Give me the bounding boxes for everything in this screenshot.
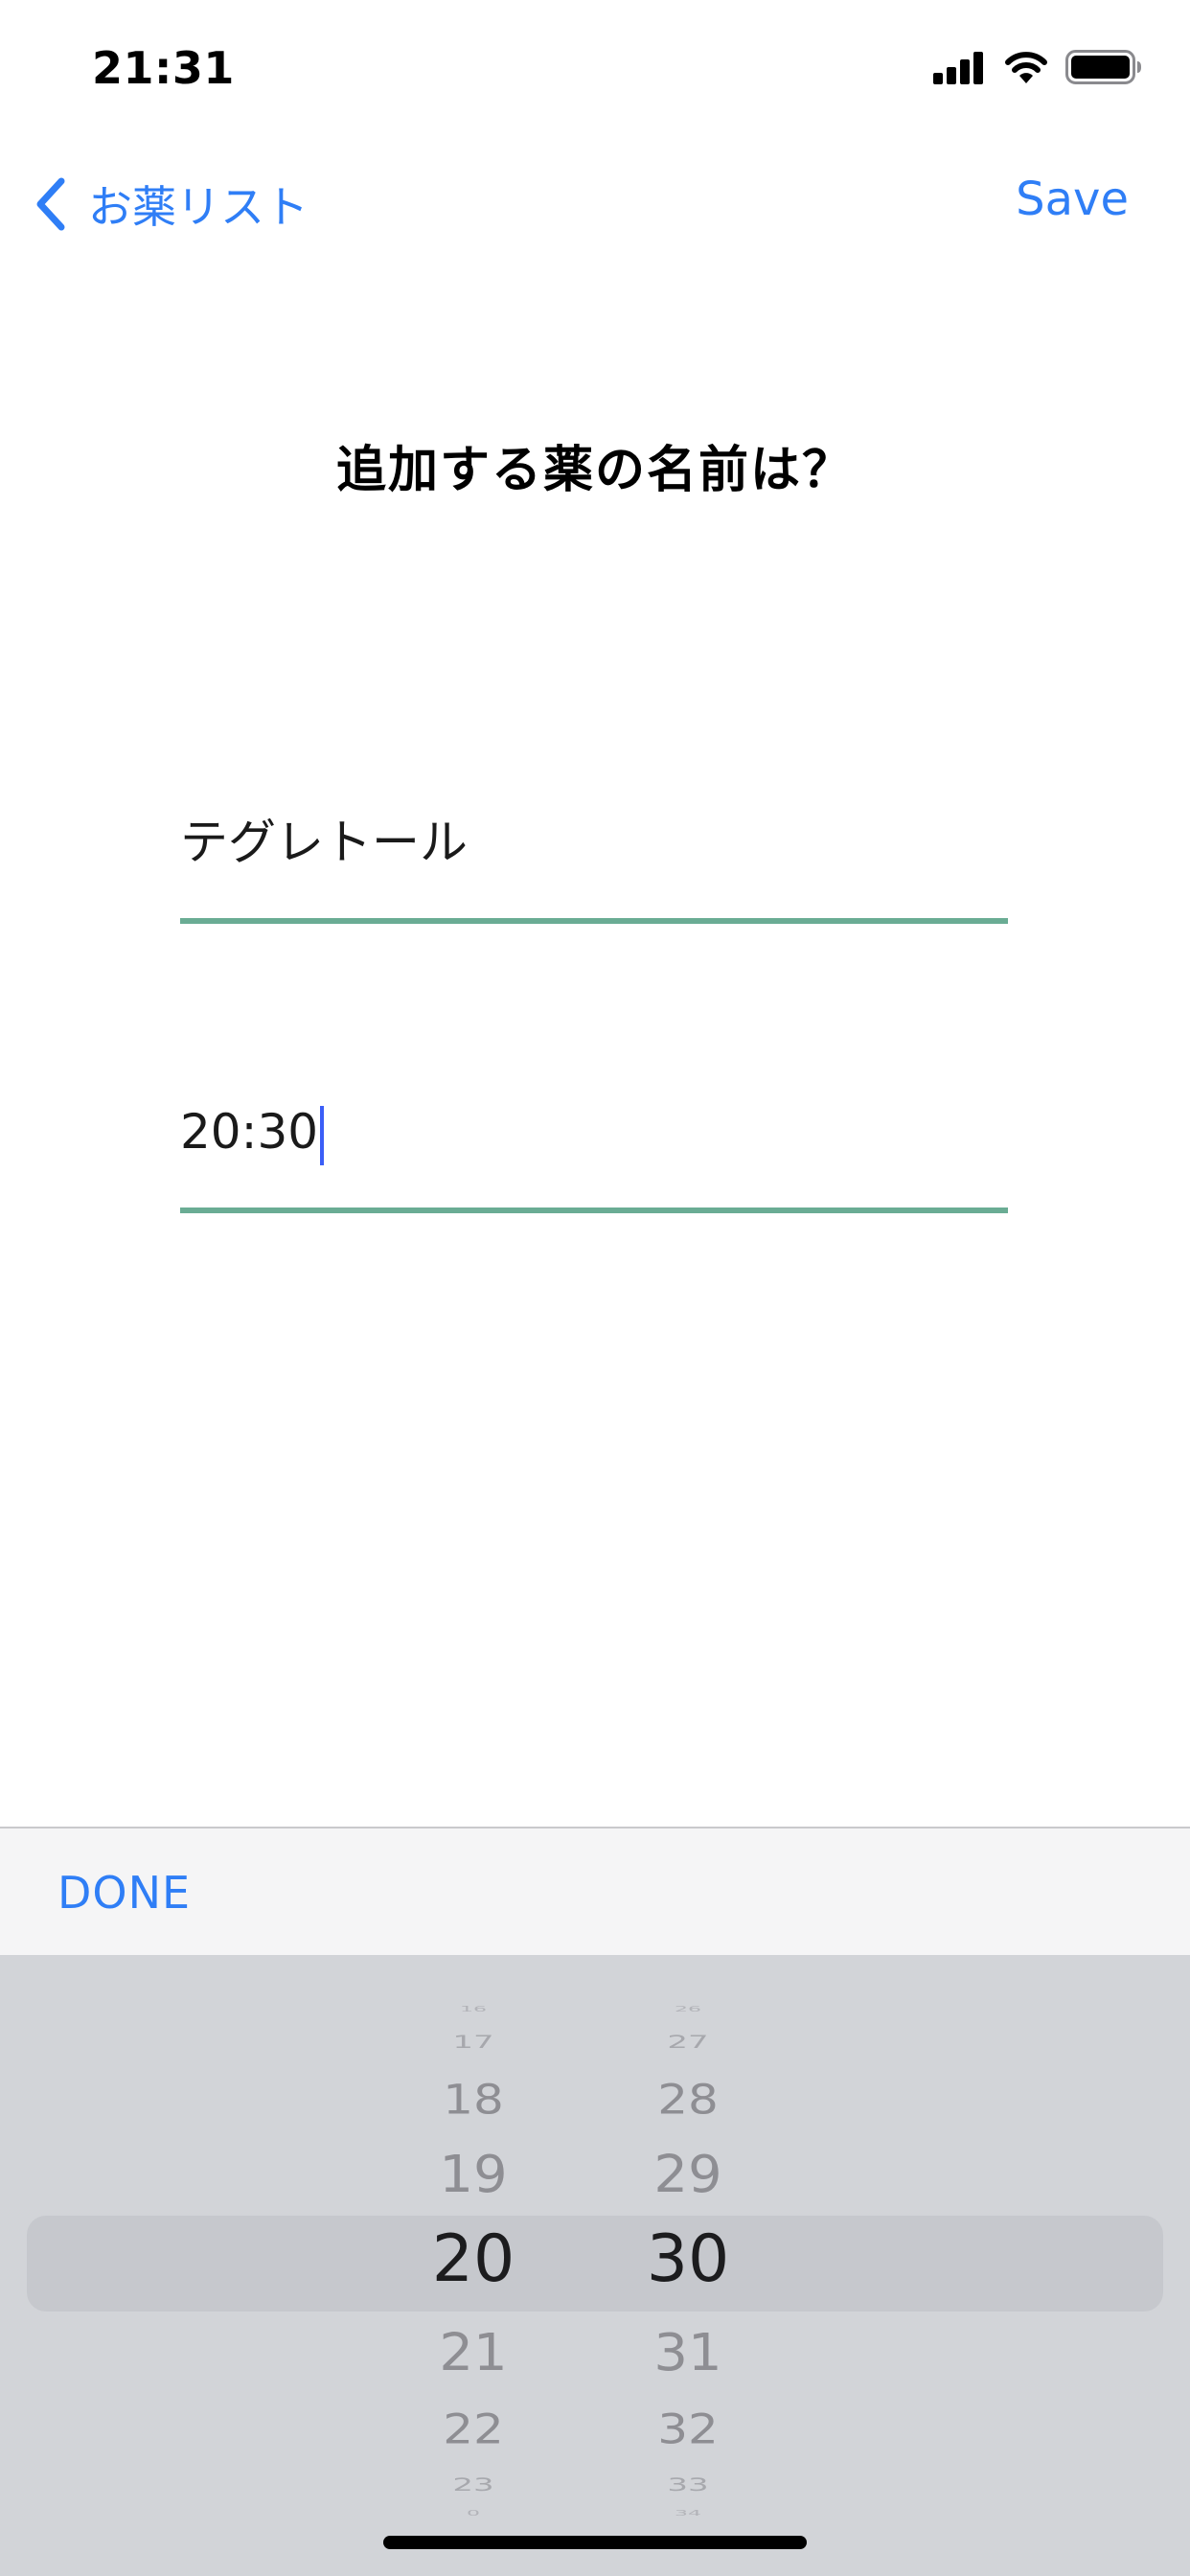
text-cursor xyxy=(320,1105,325,1165)
time-field[interactable]: 20:30 xyxy=(180,1094,1008,1213)
chevron-left-icon xyxy=(36,177,65,231)
back-label: お薬リスト xyxy=(88,181,309,233)
save-button[interactable]: Save xyxy=(1016,172,1129,226)
medicine-name-underline xyxy=(180,918,1008,924)
battery-icon xyxy=(1065,50,1141,84)
minute-option[interactable]: 29 xyxy=(592,2150,784,2200)
hour-option[interactable]: 0 xyxy=(378,2510,569,2518)
hour-option[interactable]: 22 xyxy=(378,2409,569,2450)
hour-option[interactable]: 16 xyxy=(378,2006,569,2013)
selected-minute[interactable]: 30 xyxy=(592,2227,784,2292)
minute-option[interactable]: 26 xyxy=(592,2006,784,2013)
time-value: 20:30 xyxy=(180,1104,319,1160)
cellular-signal-icon xyxy=(933,50,987,84)
hour-wheel[interactable]: 16 17 18 19 20 21 22 23 0 xyxy=(378,1955,569,2576)
minute-option[interactable]: 32 xyxy=(592,2409,784,2450)
minute-wheel[interactable]: 26 27 28 29 30 31 32 33 34 xyxy=(592,1955,784,2576)
picker-toolbar: DONE xyxy=(0,1827,1190,1957)
status-time: 21:31 xyxy=(92,42,235,94)
minute-option[interactable]: 28 xyxy=(592,2080,784,2121)
minute-option[interactable]: 27 xyxy=(592,2034,784,2052)
minute-option[interactable]: 34 xyxy=(592,2510,784,2518)
minute-option[interactable]: 31 xyxy=(592,2328,784,2379)
navigation-bar: お薬リスト Save xyxy=(0,153,1190,249)
time-picker[interactable]: 16 17 18 19 20 21 22 23 0 26 27 28 29 30… xyxy=(0,1955,1190,2576)
hour-option[interactable]: 23 xyxy=(378,2476,569,2495)
wifi-icon xyxy=(1005,52,1047,83)
home-indicator[interactable] xyxy=(383,2536,807,2549)
minute-option[interactable]: 33 xyxy=(592,2476,784,2495)
time-underline xyxy=(180,1208,1008,1213)
time-field-row[interactable]: 20:30 xyxy=(180,1094,1008,1169)
back-button[interactable]: お薬リスト xyxy=(34,172,309,236)
status-bar: 21:31 xyxy=(0,0,1190,134)
medicine-name-value[interactable]: テグレトール xyxy=(180,805,1008,880)
selected-hour[interactable]: 20 xyxy=(378,2227,569,2292)
page-title: 追加する薬の名前は？ xyxy=(335,442,854,499)
status-icons xyxy=(933,50,1142,84)
hour-option[interactable]: 19 xyxy=(378,2150,569,2200)
medicine-name-field[interactable]: テグレトール xyxy=(180,805,1008,924)
done-button[interactable]: DONE xyxy=(57,1867,191,1919)
hour-option[interactable]: 18 xyxy=(378,2080,569,2121)
hour-option[interactable]: 21 xyxy=(378,2328,569,2379)
hour-option[interactable]: 17 xyxy=(378,2034,569,2052)
